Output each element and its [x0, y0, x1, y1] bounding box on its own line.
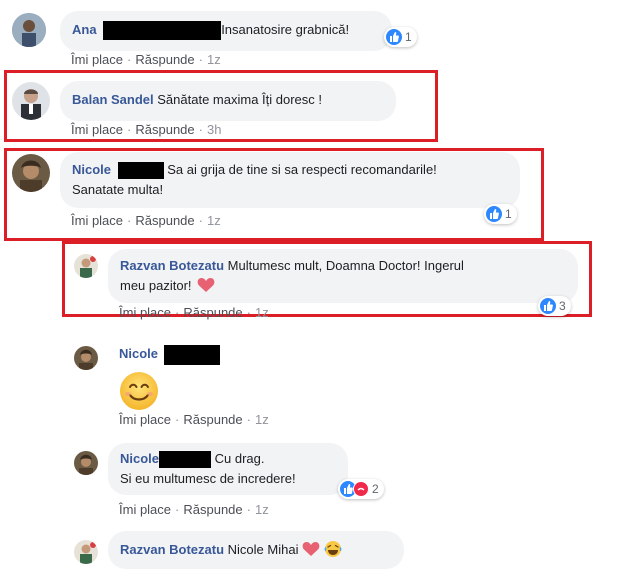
like-link[interactable]: Îmi place	[119, 412, 171, 427]
comment-bubble-nicole: Nicole Cu drag. Si eu multumesc de incre…	[108, 443, 348, 495]
avatar-nicole[interactable]	[74, 346, 98, 370]
timestamp[interactable]: 1z	[255, 502, 269, 517]
commenter-name[interactable]: Ana	[72, 22, 97, 37]
person-photo-icon	[74, 254, 98, 278]
comment-actions: Îmi place · Răspunde · 3h	[71, 122, 222, 137]
person-photo-icon	[12, 154, 50, 192]
person-photo-icon	[12, 82, 50, 120]
comment-bubble-razvan: Razvan Botezatu Nicole Mihai	[108, 531, 404, 569]
comment-text-line2: Sanatate multa!	[72, 182, 164, 197]
timestamp[interactable]: 1z	[207, 213, 221, 228]
commenter-name[interactable]: Razvan Botezatu	[120, 542, 224, 557]
person-photo-icon	[74, 540, 98, 564]
avatar-nicole[interactable]	[12, 154, 50, 192]
avatar-nicole[interactable]	[74, 451, 98, 475]
heart-icon	[197, 278, 215, 292]
comment-actions: Îmi place · Răspunde · 1z	[119, 502, 269, 517]
like-link[interactable]: Îmi place	[71, 213, 123, 228]
like-link[interactable]: Îmi place	[71, 122, 123, 137]
person-photo-icon	[12, 13, 46, 47]
reply-link[interactable]: Răspunde	[135, 213, 194, 228]
comment-actions: Îmi place · Răspunde · 1z	[119, 412, 269, 427]
like-reaction-icon	[540, 298, 556, 314]
reply-link[interactable]: Răspunde	[183, 305, 242, 320]
avatar-balan-sandel[interactable]	[12, 82, 50, 120]
like-reaction-icon	[486, 206, 502, 222]
angry-reaction-icon	[353, 481, 369, 497]
comment-text: Cu drag.	[214, 451, 265, 466]
redaction-bar	[117, 162, 164, 180]
comment-text: Nicole Mihai	[227, 542, 299, 557]
commenter-name[interactable]: Nicole	[72, 162, 111, 177]
commenter-name[interactable]: Balan Sandel	[72, 92, 154, 107]
laughing-face-emoji-icon	[324, 541, 342, 557]
timestamp[interactable]: 1z	[255, 305, 269, 320]
commenter-name[interactable]: Razvan Botezatu	[120, 258, 224, 273]
redaction-bar	[103, 21, 222, 41]
redaction-bar	[163, 344, 220, 365]
comment-text: Sănătate maxima Îți doresc !	[157, 92, 323, 107]
like-reaction-icon	[386, 29, 402, 45]
comment-text: Sa ai grija de tine si sa respecti recom…	[167, 162, 437, 177]
comment-bubble-razvan: Razvan Botezatu Multumesc mult, Doamna D…	[108, 249, 578, 303]
timestamp[interactable]: 1z	[255, 412, 269, 427]
like-link[interactable]: Îmi place	[71, 52, 123, 67]
reaction-count[interactable]: 2	[338, 479, 384, 499]
comment-actions: Îmi place · Răspunde · 1z	[71, 213, 221, 228]
reply-link[interactable]: Răspunde	[183, 502, 242, 517]
timestamp[interactable]: 3h	[207, 122, 221, 137]
comment-text: Multumesc mult, Doamna Doctor! Ingerul	[227, 258, 464, 273]
smiling-face-emoji-icon	[120, 372, 158, 410]
comment-text: Insanatosire grabnică!	[221, 22, 350, 37]
comment-bubble-ana: Ana Insanatosire grabnică!	[60, 11, 392, 51]
avatar-ana[interactable]	[12, 13, 46, 47]
comment-header-nicole: Nicole	[119, 344, 220, 365]
timestamp[interactable]: 1z	[207, 52, 221, 67]
reply-link[interactable]: Răspunde	[183, 412, 242, 427]
comment-bubble-balan: Balan Sandel Sănătate maxima Îți doresc …	[60, 81, 396, 121]
person-photo-icon	[74, 451, 98, 475]
like-link[interactable]: Îmi place	[119, 502, 171, 517]
comment-bubble-nicole: Nicole Sa ai grija de tine si sa respect…	[60, 152, 520, 208]
comment-text-line2: Si eu multumesc de incredere!	[120, 471, 296, 486]
reply-link[interactable]: Răspunde	[135, 122, 194, 137]
comment-actions: Îmi place · Răspunde · 1z	[119, 305, 269, 320]
commenter-name[interactable]: Nicole	[119, 346, 158, 361]
avatar-razvan-botezatu[interactable]	[74, 254, 98, 278]
comment-text-line2: meu pazitor!	[120, 278, 192, 293]
reaction-count[interactable]: 1	[384, 27, 417, 47]
heart-icon	[302, 542, 320, 556]
comment-actions: Îmi place · Răspunde · 1z	[71, 52, 221, 67]
like-link[interactable]: Îmi place	[119, 305, 171, 320]
commenter-name[interactable]: Nicole	[120, 451, 159, 466]
person-photo-icon	[74, 346, 98, 370]
avatar-razvan-botezatu[interactable]	[74, 540, 98, 564]
reply-link[interactable]: Răspunde	[135, 52, 194, 67]
reaction-count[interactable]: 3	[538, 296, 571, 316]
redaction-bar	[159, 451, 212, 469]
reaction-count[interactable]: 1	[484, 204, 517, 224]
